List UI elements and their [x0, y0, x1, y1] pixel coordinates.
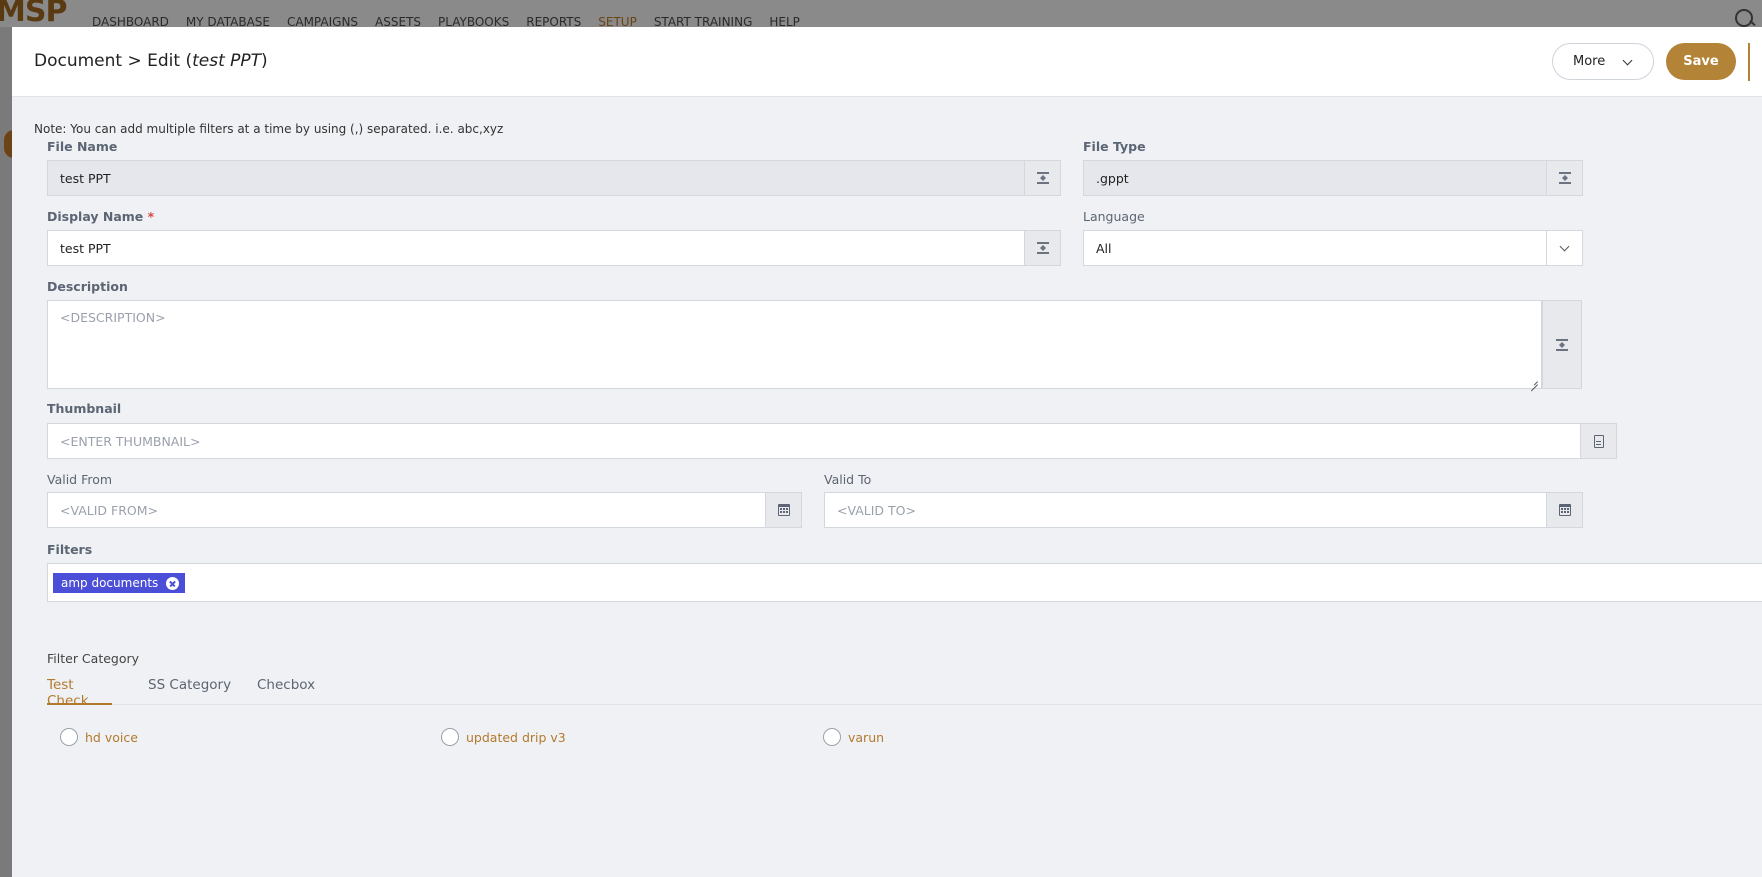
file-name-expand-button[interactable] — [1024, 160, 1061, 196]
valid-to-placeholder: <VALID TO> — [837, 502, 916, 518]
calendar-icon — [1558, 504, 1571, 516]
filters-input[interactable]: amp documents — [47, 563, 1762, 602]
filter-tag-label: amp documents — [61, 576, 159, 590]
calendar-icon — [777, 504, 790, 516]
resize-handle-icon[interactable] — [1529, 376, 1538, 385]
filter-category-label: Filter Category — [47, 651, 140, 666]
expand-icon — [1558, 172, 1571, 184]
option-updated-drip-v3[interactable]: updated drip v3 — [441, 728, 566, 746]
radio-button[interactable] — [823, 728, 841, 746]
option-label: hd voice — [85, 729, 138, 745]
language-label: Language — [1083, 209, 1145, 224]
language-dropdown-button[interactable] — [1546, 230, 1583, 266]
valid-to-calendar-button[interactable] — [1546, 492, 1583, 528]
expand-icon — [1556, 338, 1568, 351]
page-title: Document > Edit (test PPT) — [34, 51, 268, 71]
display-name-field[interactable]: test PPT — [47, 230, 1061, 266]
valid-from-placeholder: <VALID FROM> — [60, 502, 158, 518]
language-select[interactable]: All — [1083, 230, 1583, 266]
filter-category-tabs: Test Check SS Category Checbox — [47, 677, 1762, 709]
file-type-expand-button[interactable] — [1546, 160, 1583, 196]
filter-tag: amp documents — [53, 573, 186, 593]
file-type-field[interactable]: .gppt — [1083, 160, 1583, 196]
thumbnail-placeholder: <ENTER THUMBNAIL> — [60, 433, 201, 449]
language-value: All — [1096, 240, 1112, 256]
modal-header: Document > Edit (test PPT) More Save — [12, 27, 1762, 97]
valid-from-calendar-button[interactable] — [765, 492, 802, 528]
filters-label: Filters — [47, 542, 93, 557]
file-name-value: test PPT — [60, 170, 111, 186]
header-edge-accent — [1748, 43, 1750, 81]
tab-checbox[interactable]: Checbox — [257, 677, 315, 705]
more-button-label: More — [1573, 54, 1606, 69]
option-label: updated drip v3 — [466, 729, 566, 745]
description-expand-button[interactable] — [1542, 300, 1582, 389]
file-icon — [1593, 434, 1604, 448]
tab-ss-category[interactable]: SS Category — [148, 677, 231, 705]
thumbnail-field[interactable]: <ENTER THUMBNAIL> — [47, 423, 1617, 459]
thumbnail-file-button[interactable] — [1580, 423, 1617, 459]
description-textarea[interactable]: <DESCRIPTION> — [47, 300, 1542, 389]
file-name-label: File Name — [47, 139, 118, 154]
option-hd-voice[interactable]: hd voice — [60, 728, 138, 746]
valid-to-field[interactable]: <VALID TO> — [824, 492, 1583, 528]
title-document-name: test PPT — [192, 51, 262, 71]
chevron-down-icon — [1622, 55, 1633, 66]
thumbnail-label: Thumbnail — [47, 401, 122, 416]
save-button[interactable]: Save — [1666, 43, 1736, 80]
display-name-label: Display Name * — [47, 209, 154, 224]
background-nav-bar: MSP DASHBOARD MY DATABASE CAMPAIGNS ASSE… — [0, 0, 1762, 29]
title-prefix: Document > Edit ( — [34, 51, 193, 71]
remove-tag-icon[interactable] — [166, 576, 180, 590]
file-type-value: .gppt — [1096, 170, 1129, 186]
chevron-down-icon — [1559, 241, 1570, 251]
document-edit-modal: Document > Edit (test PPT) More Save Not… — [12, 27, 1762, 877]
file-name-field[interactable]: test PPT — [47, 160, 1061, 196]
tab-test-check[interactable]: Test Check — [47, 677, 112, 709]
app-logo: MSP — [0, 0, 67, 29]
title-suffix: ) — [261, 51, 268, 71]
display-name-value: test PPT — [60, 240, 111, 256]
filter-note: Note: You can add multiple filters at a … — [34, 122, 504, 136]
expand-icon — [1036, 242, 1049, 254]
description-label: Description — [47, 279, 128, 294]
display-name-label-text: Display Name — [47, 209, 144, 224]
expand-icon — [1036, 172, 1049, 184]
radio-button[interactable] — [60, 728, 78, 746]
radio-button[interactable] — [441, 728, 459, 746]
more-button[interactable]: More — [1552, 43, 1654, 80]
display-name-expand-button[interactable] — [1024, 230, 1061, 266]
required-marker: * — [147, 209, 155, 224]
valid-from-field[interactable]: <VALID FROM> — [47, 492, 802, 528]
valid-from-label: Valid From — [47, 472, 113, 487]
option-label: varun — [848, 729, 885, 745]
description-placeholder: <DESCRIPTION> — [60, 310, 166, 325]
file-type-label: File Type — [1083, 139, 1146, 154]
valid-to-label: Valid To — [824, 472, 872, 487]
option-varun[interactable]: varun — [823, 728, 884, 746]
